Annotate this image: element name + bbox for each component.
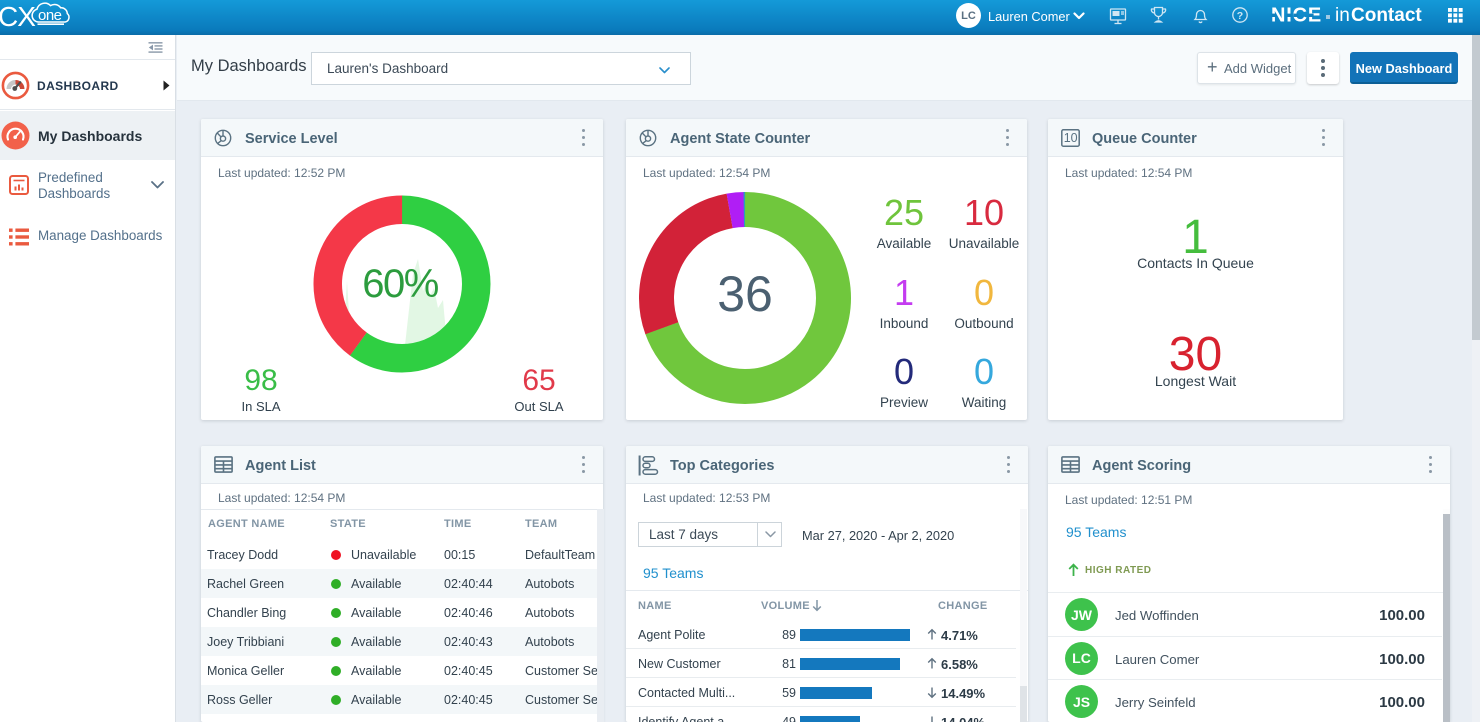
svg-text:one: one: [38, 7, 62, 24]
svg-text:Contact: Contact: [1351, 5, 1422, 26]
svg-text:in: in: [1335, 5, 1350, 26]
svg-text:10: 10: [1064, 131, 1078, 145]
svg-text:CX: CX: [0, 1, 36, 31]
svg-text:?: ?: [1237, 10, 1243, 22]
